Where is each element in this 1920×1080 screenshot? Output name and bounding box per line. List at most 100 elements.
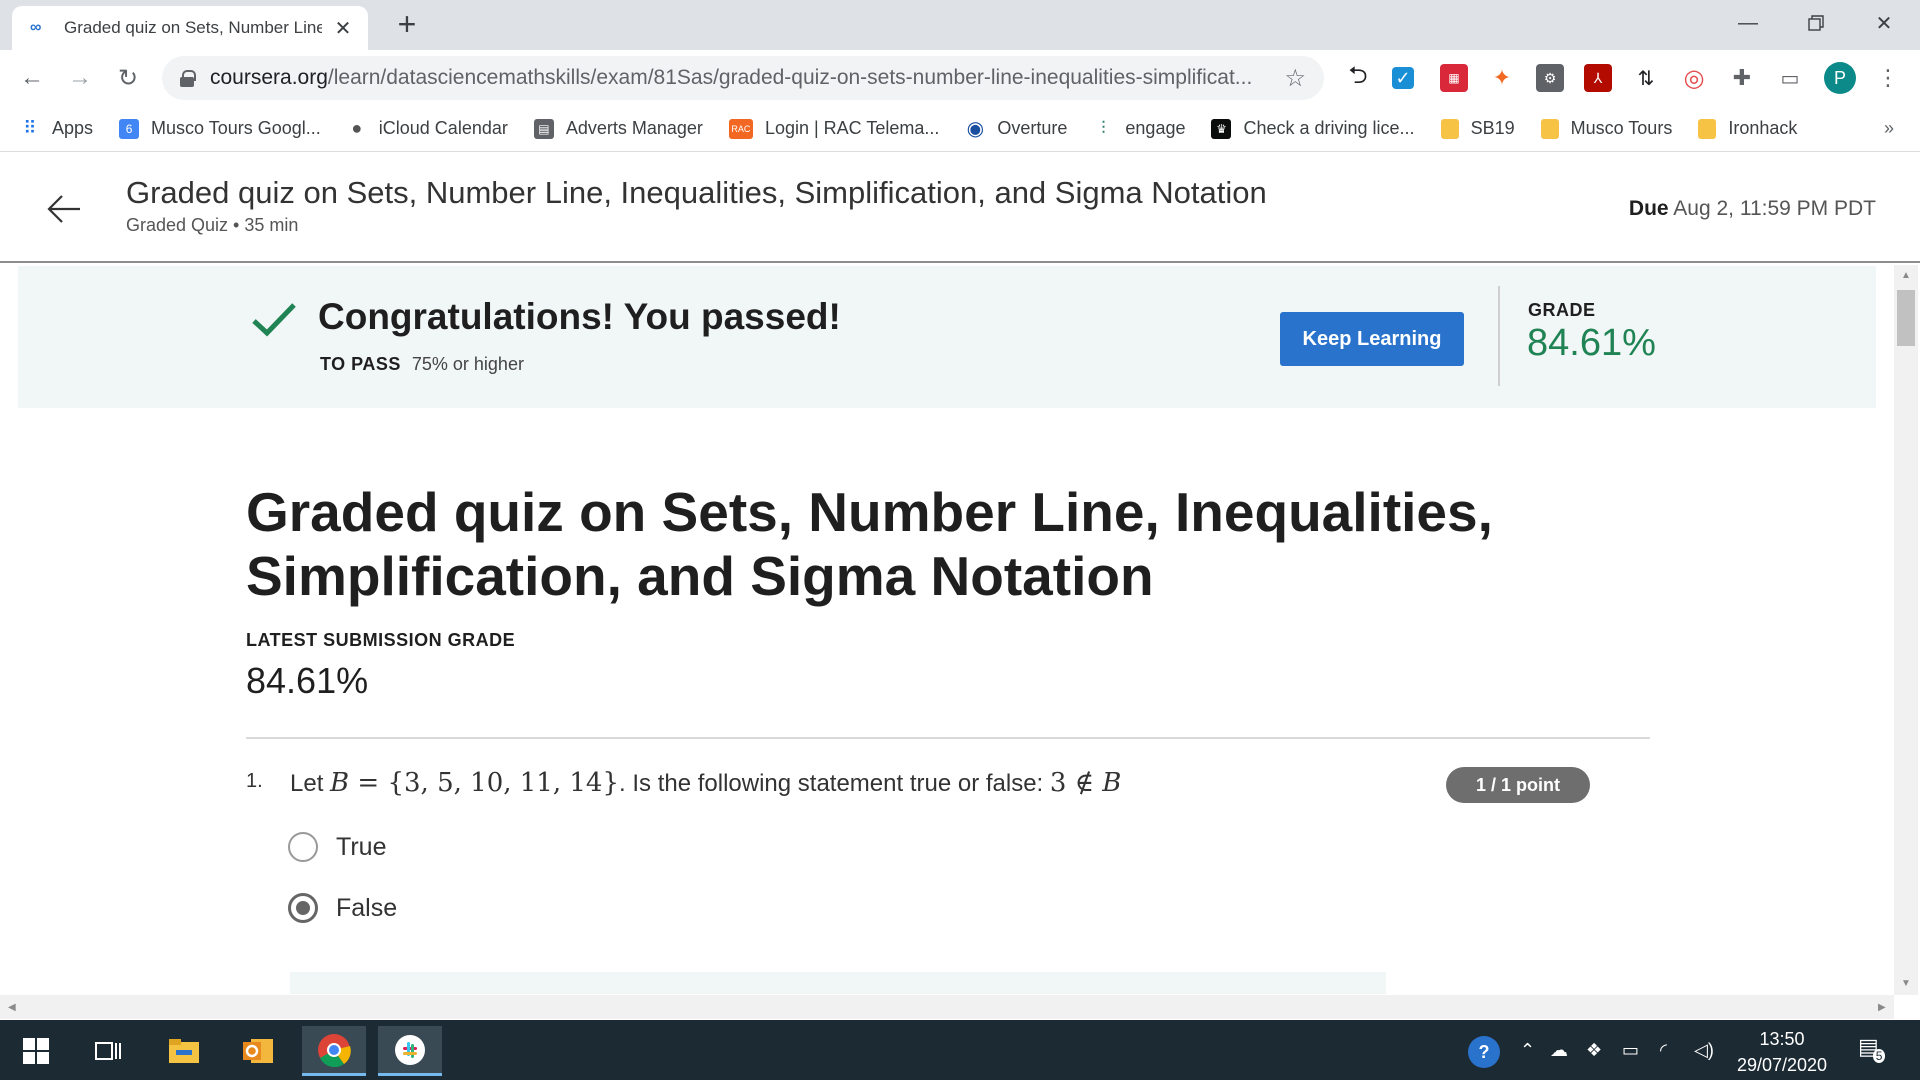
notification-count: 5 bbox=[1872, 1049, 1886, 1063]
bookmark-folder-musco-tours[interactable]: Musco Tours bbox=[1540, 118, 1672, 139]
lock-icon bbox=[180, 70, 196, 87]
taskbar-clock[interactable]: 13:50 29/07/2020 bbox=[1722, 1026, 1842, 1078]
bookmark-engage[interactable]: ⫶ engage bbox=[1093, 118, 1185, 139]
tab-strip: ∞ Graded quiz on Sets, Number Line, Ineq… bbox=[0, 0, 1920, 50]
cast-icon[interactable]: ▭ bbox=[1776, 64, 1804, 92]
clock-date: 29/07/2020 bbox=[1736, 1055, 1828, 1075]
calendar-extension-icon[interactable]: ▦ bbox=[1440, 64, 1468, 92]
forward-button[interactable]: → bbox=[62, 60, 98, 96]
item-subtitle: Graded Quiz • 35 min bbox=[126, 215, 299, 235]
extensions-puzzle-icon[interactable]: ✚ bbox=[1728, 64, 1756, 92]
reply-extension-icon[interactable]: ⮌ bbox=[1344, 62, 1372, 92]
notifications-icon[interactable]: ▤5 bbox=[1858, 1034, 1891, 1063]
question-number: 1. bbox=[246, 770, 263, 792]
points-badge: 1 / 1 point bbox=[1446, 767, 1590, 803]
minimize-button[interactable]: — bbox=[1720, 6, 1776, 40]
show-hidden-icons-chevron-icon[interactable]: ⌃ bbox=[1520, 1040, 1535, 1061]
help-tray-icon[interactable]: ? bbox=[1468, 1036, 1500, 1068]
latest-submission-label: LATEST SUBMISSION GRADE bbox=[246, 630, 516, 650]
coursera-favicon-icon: ∞ bbox=[30, 19, 41, 36]
close-window-button[interactable]: ✕ bbox=[1856, 6, 1912, 40]
apps-grid-icon: ⠿ bbox=[23, 118, 37, 138]
slack-taskbar-icon[interactable] bbox=[378, 1026, 442, 1076]
quiz-title: Graded quiz on Sets, Number Line, Inequa… bbox=[246, 481, 1493, 607]
feedback-box bbox=[290, 972, 1386, 994]
fox-extension-icon[interactable]: ✦ bbox=[1488, 64, 1516, 92]
task-view-icon[interactable] bbox=[76, 1026, 140, 1076]
windows-start-icon[interactable] bbox=[4, 1026, 68, 1076]
option-label: True bbox=[336, 832, 387, 861]
pass-threshold: TO PASS 75% or higher bbox=[320, 354, 524, 374]
bookmark-folder-ironhack[interactable]: Ironhack bbox=[1698, 118, 1797, 139]
bookmark-musco-tours-google[interactable]: 6 Musco Tours Googl... bbox=[119, 118, 321, 139]
new-tab-button[interactable]: + bbox=[392, 8, 422, 40]
scroll-down-arrow-icon[interactable]: ▼ bbox=[1901, 978, 1911, 989]
dropbox-icon[interactable]: ❖ bbox=[1586, 1040, 1602, 1061]
outlook-icon[interactable] bbox=[226, 1026, 290, 1076]
volume-icon[interactable]: ◁) bbox=[1694, 1040, 1714, 1061]
rac-icon: RAC bbox=[728, 118, 753, 139]
scroll-right-arrow-icon[interactable]: ▶ bbox=[1878, 1002, 1886, 1013]
browser-toolbar: ← → ↻ coursera.org/learn/datasciencemath… bbox=[0, 50, 1920, 106]
vertical-scroll-thumb[interactable] bbox=[1897, 290, 1915, 346]
restore-button[interactable] bbox=[1788, 6, 1844, 40]
file-explorer-icon[interactable] bbox=[152, 1026, 216, 1076]
adverts-icon: ▤ bbox=[533, 118, 554, 139]
close-tab-icon[interactable]: ✕ bbox=[332, 16, 354, 41]
keep-learning-button[interactable]: Keep Learning bbox=[1280, 312, 1464, 366]
option-label: False bbox=[336, 893, 398, 922]
overture-icon: ◉ bbox=[966, 118, 985, 140]
section-divider bbox=[246, 737, 1650, 739]
item-title: Graded quiz on Sets, Number Line, Inequa… bbox=[126, 175, 1267, 210]
apple-icon: ● bbox=[351, 118, 363, 138]
chrome-taskbar-icon[interactable] bbox=[302, 1026, 366, 1076]
gov-crown-icon: ♛ bbox=[1211, 118, 1232, 139]
option-false[interactable]: False bbox=[288, 893, 397, 923]
more-menu-icon[interactable]: ⋮ bbox=[1874, 64, 1902, 92]
bookmarks-overflow-button[interactable]: » bbox=[1884, 118, 1894, 139]
url-text: coursera.org/learn/datasciencemathskills… bbox=[210, 66, 1253, 89]
bookmark-overture[interactable]: ◉ Overture bbox=[965, 118, 1068, 140]
profile-avatar[interactable]: P bbox=[1824, 62, 1856, 94]
engage-icon: ⫶ bbox=[1101, 118, 1106, 138]
item-header: Graded quiz on Sets, Number Line, Inequa… bbox=[0, 153, 1920, 263]
tab-title: Graded quiz on Sets, Number Line, Inequa… bbox=[64, 18, 322, 37]
address-bar[interactable]: coursera.org/learn/datasciencemathskills… bbox=[162, 56, 1324, 100]
font-extension-icon[interactable]: ⇅ bbox=[1632, 64, 1660, 92]
horizontal-scrollbar[interactable] bbox=[0, 995, 1894, 1019]
grade-label: GRADE bbox=[1528, 300, 1596, 320]
browser-tab[interactable]: ∞ Graded quiz on Sets, Number Line, Ineq… bbox=[12, 6, 368, 50]
radio-button-selected[interactable] bbox=[288, 893, 318, 923]
reload-button[interactable]: ↻ bbox=[110, 60, 146, 96]
checkmark-icon bbox=[252, 303, 296, 337]
scroll-up-arrow-icon[interactable]: ▲ bbox=[1901, 270, 1911, 281]
pass-heading: Congratulations! You passed! bbox=[318, 296, 841, 337]
bookmark-check-driving-licence[interactable]: ♛ Check a driving lice... bbox=[1211, 118, 1415, 139]
bookmark-star-icon[interactable]: ☆ bbox=[1284, 64, 1306, 93]
question-text: Let B = {3, 5, 10, 11, 14}. Is the follo… bbox=[290, 768, 1122, 798]
check-extension-icon[interactable]: ✓ bbox=[1392, 67, 1414, 89]
pdf-extension-icon[interactable]: ⅄ bbox=[1584, 64, 1612, 92]
due-date: Due Aug 2, 11:59 PM PDT bbox=[1628, 197, 1876, 220]
grade-value: 84.61% bbox=[1527, 322, 1656, 364]
bookmark-apps[interactable]: ⠿ Apps bbox=[20, 118, 93, 139]
battery-icon[interactable]: ▭ bbox=[1622, 1040, 1639, 1061]
wifi-icon[interactable]: ◜ bbox=[1660, 1040, 1667, 1061]
bookmark-adverts-manager[interactable]: ▤ Adverts Manager bbox=[533, 118, 703, 139]
bookmark-icloud-calendar[interactable]: ● iCloud Calendar bbox=[347, 118, 508, 139]
back-arrow-icon[interactable] bbox=[44, 189, 84, 229]
option-true[interactable]: True bbox=[288, 832, 386, 862]
vertical-scrollbar[interactable] bbox=[1894, 265, 1918, 995]
back-button[interactable]: ← bbox=[14, 60, 50, 96]
onedrive-cloud-icon[interactable]: ☁ bbox=[1550, 1040, 1568, 1061]
folder-icon bbox=[1540, 118, 1559, 139]
pass-banner: Congratulations! You passed! TO PASS 75%… bbox=[18, 266, 1876, 408]
radio-button[interactable] bbox=[288, 832, 318, 862]
bookmark-folder-sb19[interactable]: SB19 bbox=[1440, 118, 1515, 139]
hubspot-extension-icon[interactable]: ⚙ bbox=[1536, 64, 1564, 92]
bookmark-rac-telematics[interactable]: RAC Login | RAC Telema... bbox=[728, 118, 939, 139]
spiral-extension-icon[interactable]: ◎ bbox=[1680, 64, 1708, 92]
google-calendar-icon: 6 bbox=[119, 118, 140, 139]
windows-taskbar: ? ⌃ ☁ ❖ ▭ ◜ ◁) 13:50 29/07/2020 ▤5 bbox=[0, 1020, 1920, 1080]
scroll-left-arrow-icon[interactable]: ◀ bbox=[8, 1002, 16, 1013]
